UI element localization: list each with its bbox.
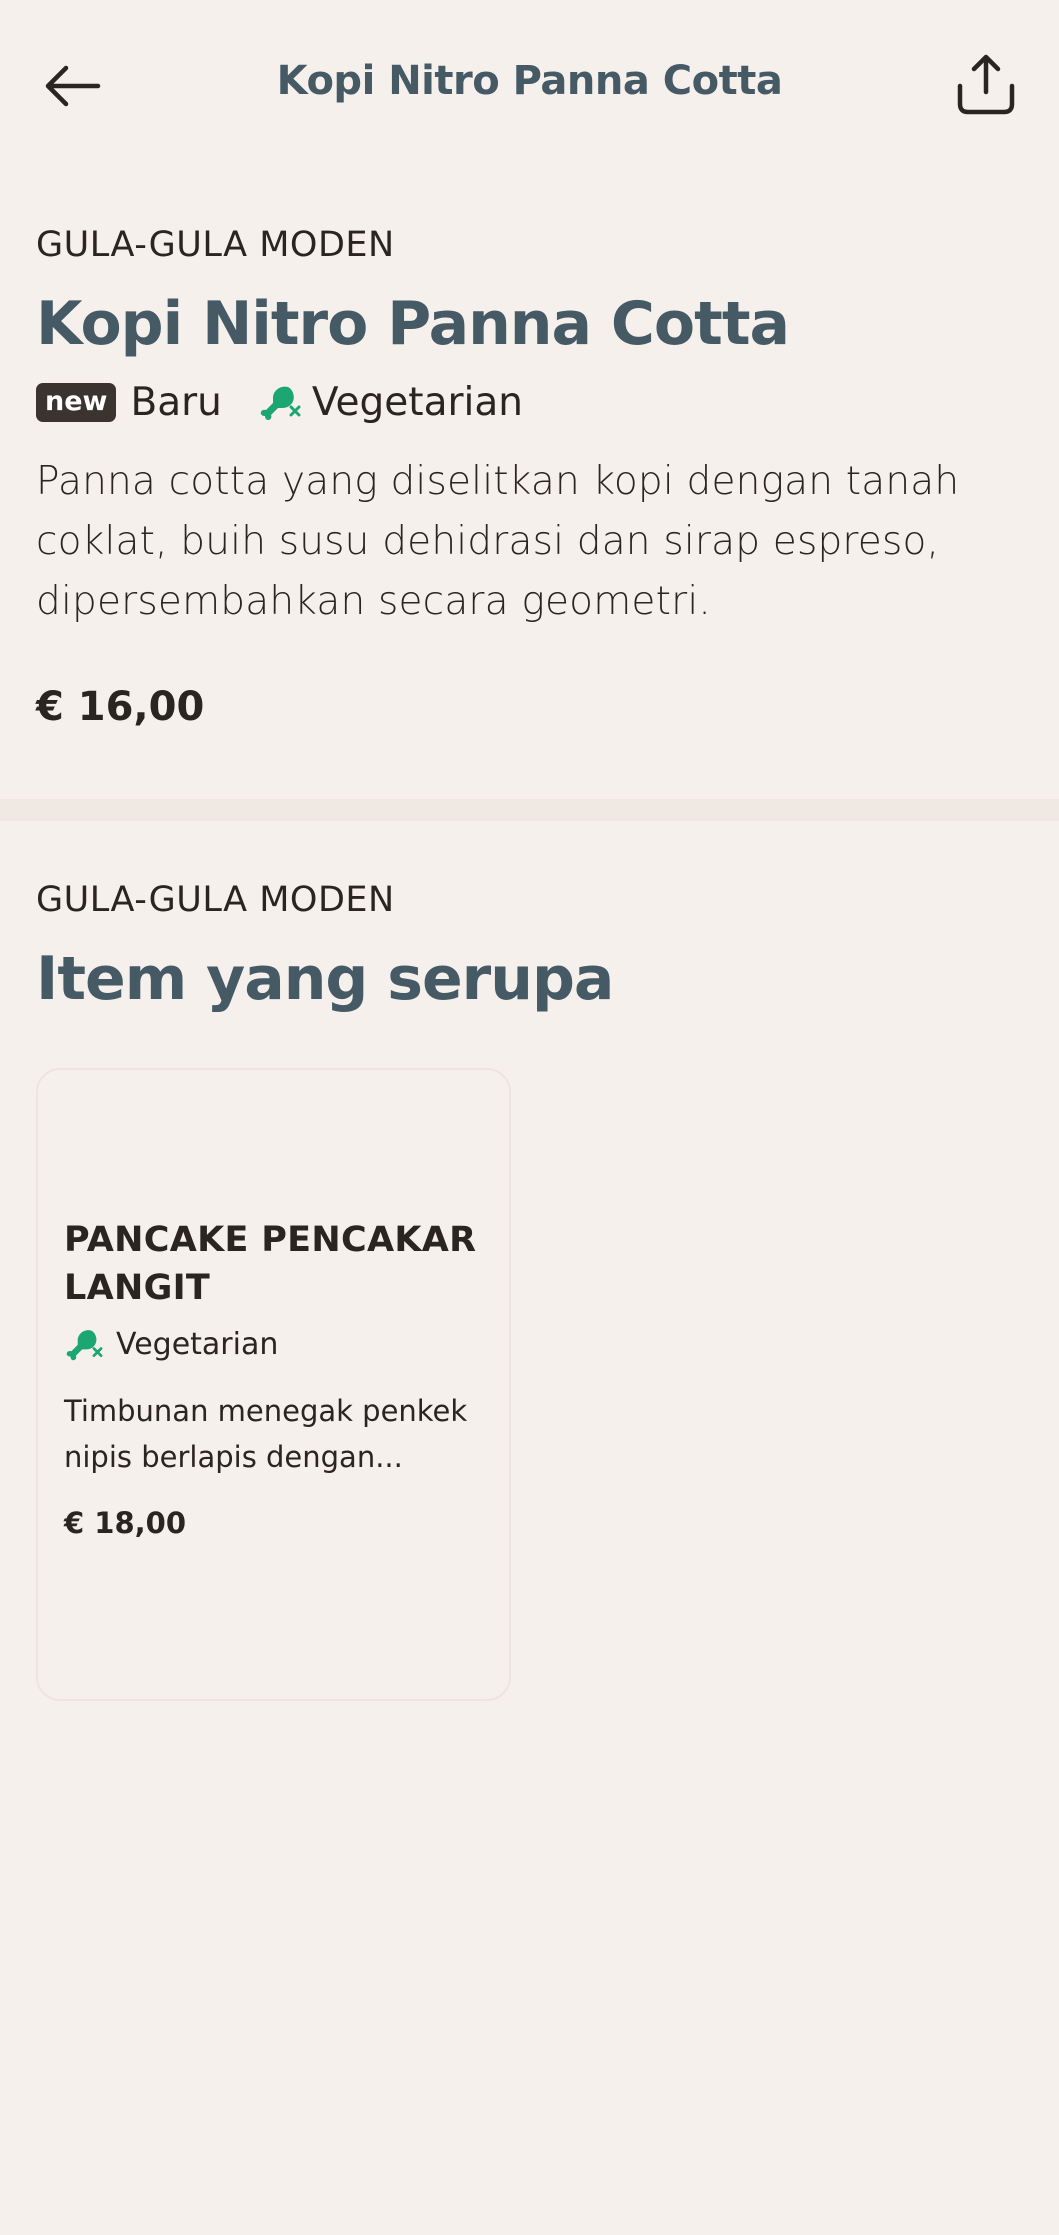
similar-section-title: Item yang serupa (36, 944, 614, 1014)
header-title: Kopi Nitro Panna Cotta (276, 58, 783, 104)
top-app-bar: Kopi Nitro Panna Cotta (0, 0, 1059, 168)
similar-category: GULA-GULA MODEN (36, 880, 395, 920)
item-category: GULA-GULA MODEN (36, 225, 395, 265)
share-button[interactable] (950, 48, 1022, 120)
item-description: Panna cotta yang diselitkan kopi dengan … (36, 459, 960, 624)
card-price: € 18,00 (64, 1506, 187, 1540)
item-detail: GULA-GULA MODEN Kopi Nitro Panna Cotta n… (36, 220, 1026, 730)
section-divider (0, 799, 1059, 821)
similar-items-section: GULA-GULA MODEN Item yang serupa (36, 875, 1026, 1015)
similar-item-card[interactable]: PANCAKE PENCAKAR LANGIT Vegetarian Timbu… (36, 1068, 511, 1701)
card-vegetarian-label: Vegetarian (116, 1326, 279, 1362)
item-price: € 16,00 (36, 684, 205, 730)
card-vegetarian-tag: Vegetarian (64, 1326, 494, 1362)
vegetarian-label: Vegetarian (311, 379, 523, 425)
new-badge: new (36, 382, 117, 422)
vegetarian-tag: Vegetarian (258, 380, 523, 425)
card-description: Timbunan menegak penkek nipis berlapis d… (64, 1394, 468, 1474)
new-label: Baru (130, 379, 222, 425)
drumstick-crossed-icon (260, 386, 301, 420)
drumstick-crossed-icon (66, 1330, 103, 1361)
item-tags: new Baru Vegetarian (36, 374, 1026, 430)
card-content: PANCAKE PENCAKAR LANGIT Vegetarian Timbu… (64, 1216, 494, 1540)
card-title: PANCAKE PENCAKAR LANGIT (64, 1220, 477, 1308)
item-title: Kopi Nitro Panna Cotta (36, 289, 790, 359)
share-icon (957, 54, 1015, 115)
